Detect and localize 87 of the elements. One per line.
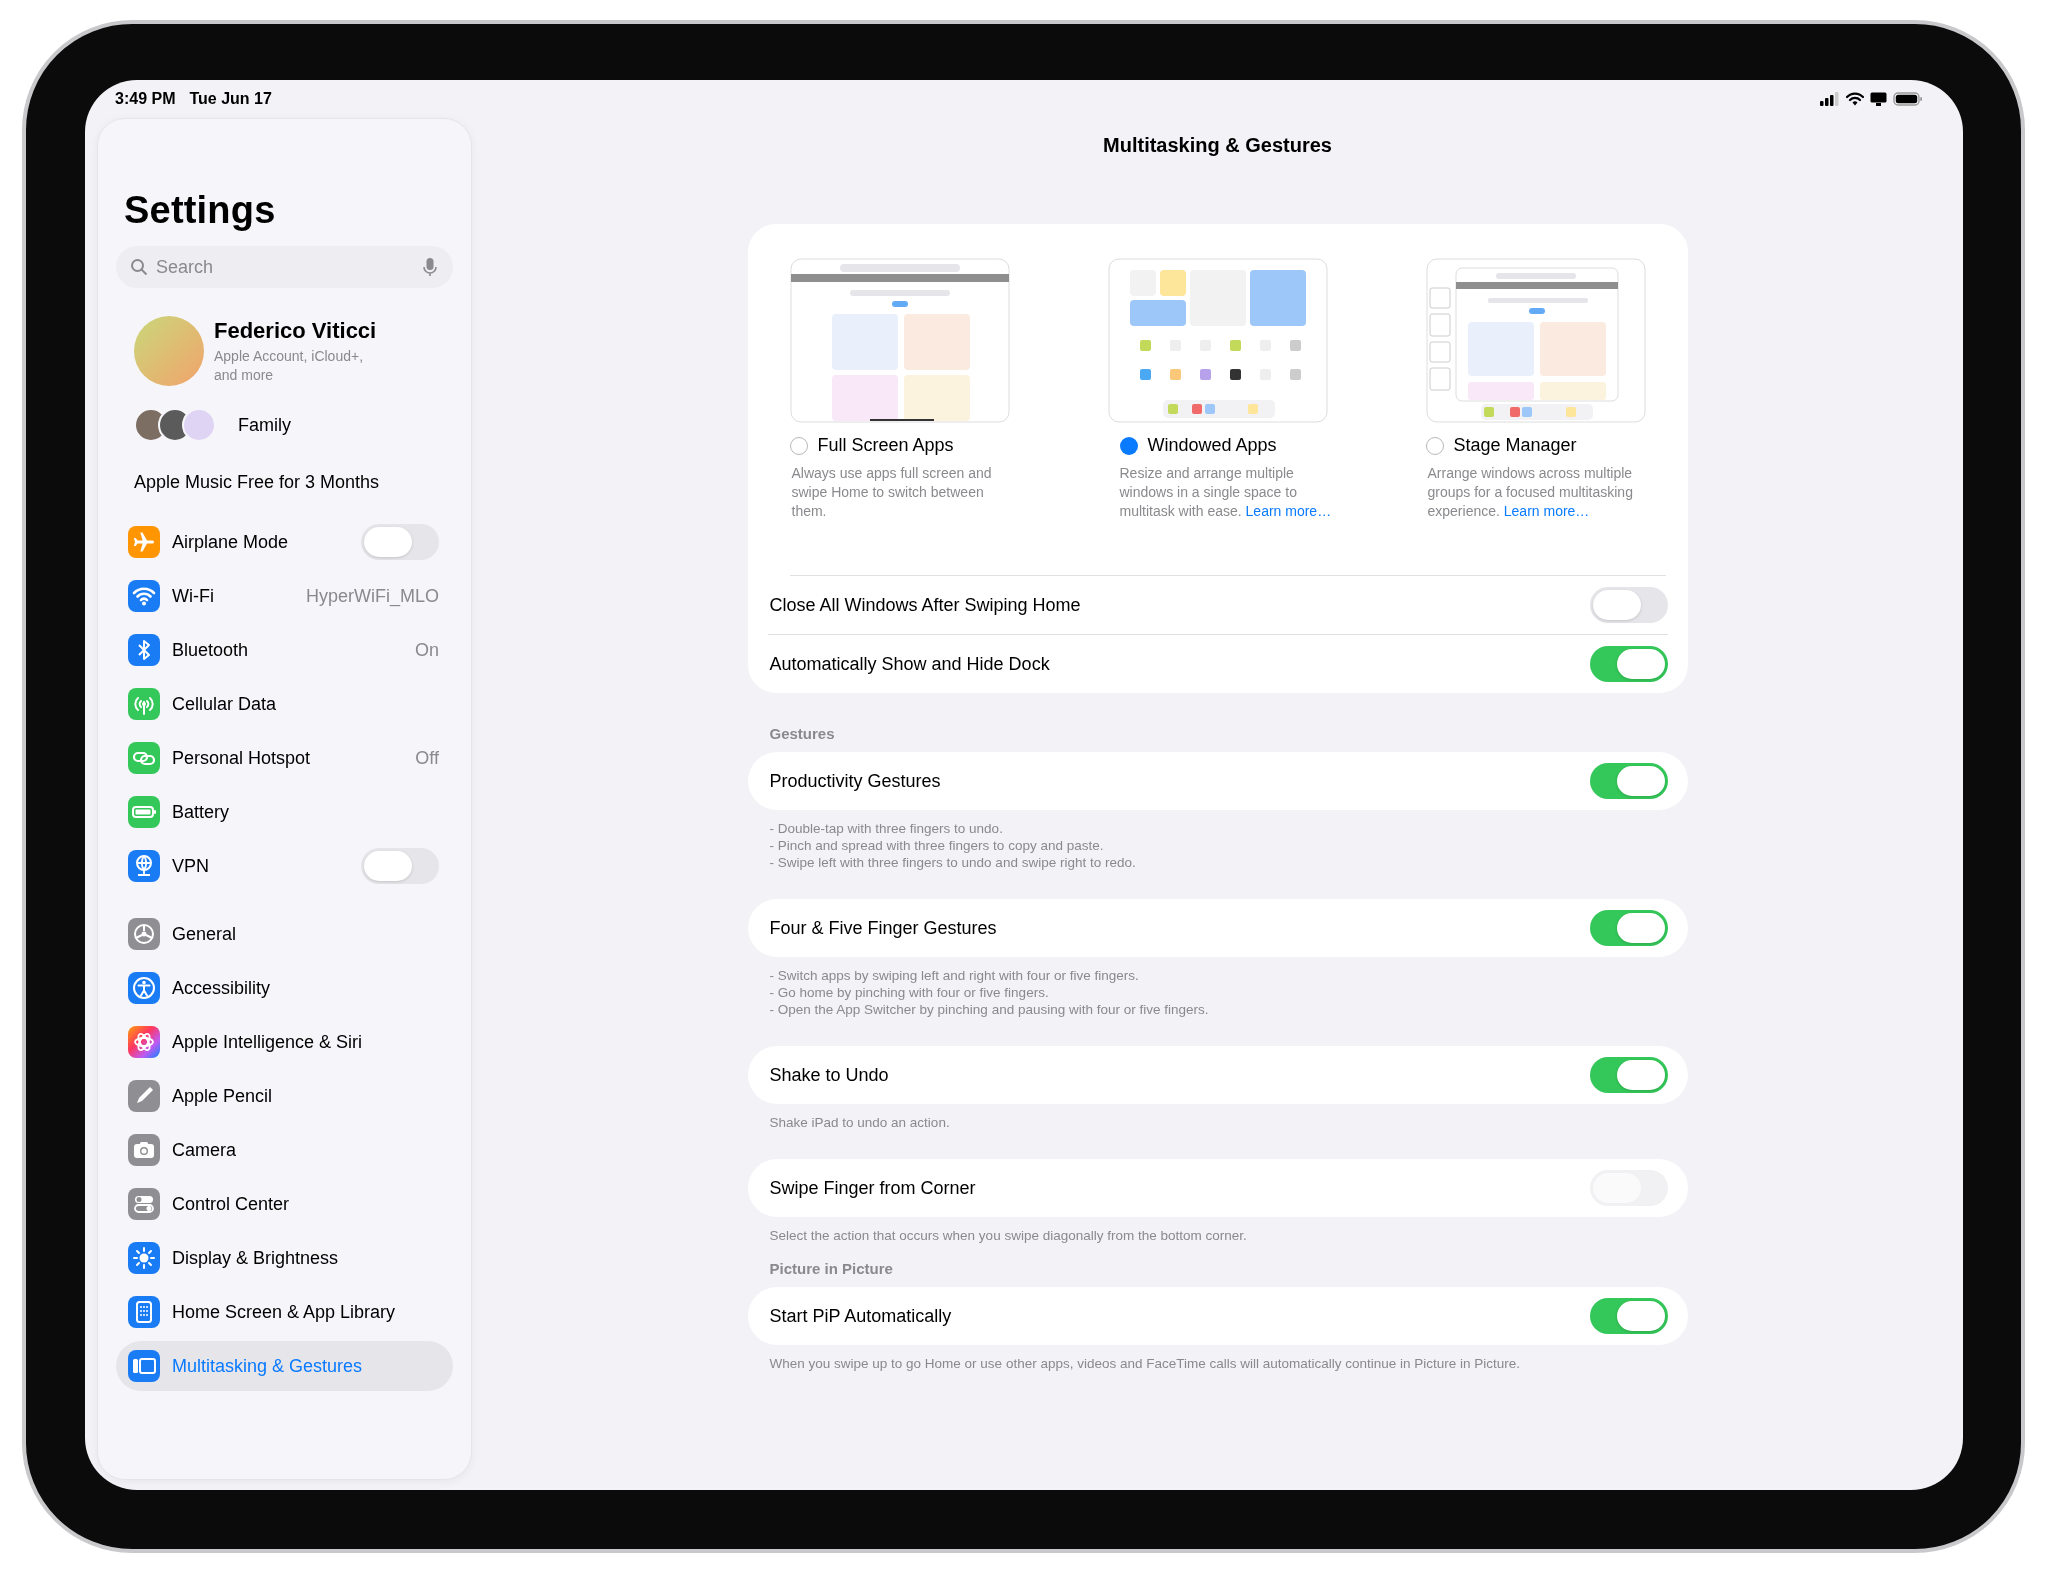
toggle-switch[interactable] (1589, 1057, 1668, 1093)
setting-label: Productivity Gestures (769, 770, 941, 792)
sidebar-item[interactable]: Apple Pencil (116, 1071, 453, 1121)
wifi-icon (128, 580, 160, 612)
option-description: Always use apps full screen and swipe Home to switch between them. (791, 464, 993, 521)
signal-icon (1820, 92, 1840, 106)
sidebar-item[interactable]: Camera (116, 1125, 453, 1175)
section-header: Gestures (769, 725, 836, 742)
toggle-switch[interactable] (1589, 910, 1668, 946)
camera-icon (128, 1134, 160, 1166)
antenna-icon (128, 688, 160, 720)
item-value: On (415, 639, 439, 661)
item-value: HyperWiFi_MLO (306, 585, 439, 607)
battery-icon (128, 796, 160, 828)
sidebar-item[interactable]: Wi-Fi HyperWiFi_MLO (116, 571, 453, 621)
status-time: 3:49 PM (115, 90, 176, 108)
setting-label: Four & Five Finger Gestures (769, 917, 997, 939)
wifi-icon (1846, 92, 1864, 106)
footer-note: - Switch apps by swiping left and right with four or five fingers. (769, 967, 1140, 984)
display-icon (1870, 91, 1887, 107)
setting-label: Swipe Finger from Corner (769, 1177, 976, 1199)
page-title: Multitasking & Gestures (1103, 134, 1332, 157)
search-icon (130, 258, 148, 276)
setting-label: Shake to Undo (769, 1064, 889, 1086)
full-screen-preview-drawing[interactable] (789, 258, 1010, 423)
promo-link[interactable]: Apple Music Free for 3 Months (134, 472, 453, 493)
option-description: Arrange windows across multiple groups for a focused multitasking experience. Learn more… (1427, 464, 1634, 521)
toggle-switch[interactable] (1589, 763, 1668, 799)
sidebar-item[interactable]: Home Screen & App Library (116, 1287, 453, 1337)
sidebar-item[interactable]: Cellular Data (116, 679, 453, 729)
footer-note: Shake iPad to undo an action. (769, 1114, 951, 1131)
sidebar-item[interactable]: Control Center (116, 1179, 453, 1229)
setting-label: Close All Windows After Swiping Home (769, 594, 1081, 616)
setting-label: Start PiP Automatically (769, 1305, 952, 1327)
account-name: Federico Viticci (214, 318, 378, 345)
radio-option[interactable]: Windowed Apps (1119, 435, 1338, 456)
toggle-switch[interactable] (1589, 587, 1668, 623)
sparkle-ring-icon (128, 1026, 160, 1058)
sidebar-item[interactable]: VPN (116, 841, 453, 891)
sidebar-item[interactable]: General (116, 909, 453, 959)
accessibility-icon (128, 972, 160, 1004)
chain-link-icon (128, 742, 160, 774)
footer-note: - Double-tap with three fingers to undo. (769, 820, 1004, 837)
sidebar-item[interactable]: Apple Intelligence & Siri (116, 1017, 453, 1067)
footer-note: - Pinch and spread with three fingers to copy and paste. (769, 837, 1105, 854)
sidebar-title: Settings (124, 189, 277, 232)
footer-note: - Swipe left with three fingers to undo and swipe right to redo. (769, 854, 1137, 871)
battery-icon (1893, 92, 1923, 106)
sidebar-item[interactable]: Airplane Mode (116, 517, 453, 567)
toggle-switch[interactable] (1589, 646, 1668, 682)
home-grid-icon (128, 1296, 160, 1328)
stage-manager-preview-drawing[interactable] (1425, 258, 1646, 423)
toggle-switch[interactable] (361, 524, 439, 560)
pencil-icon (128, 1080, 160, 1112)
microphone-icon[interactable] (423, 257, 437, 277)
learn-more-link[interactable]: Learn more… (1245, 503, 1332, 519)
footer-note: - Open the App Switcher by pinching and pausing with four or five fingers. (769, 1001, 1210, 1018)
family-link[interactable]: Family (238, 414, 291, 436)
footer-note: - Go home by pinching with four or five fingers. (769, 984, 1050, 1001)
learn-more-link[interactable]: Learn more… (1503, 503, 1590, 519)
option-description: Resize and arrange multiple windows in a single space to multitask with ease. Learn more… (1119, 464, 1333, 521)
sidebar-item[interactable]: Battery (116, 787, 453, 837)
status-date: Tue Jun 17 (189, 90, 272, 108)
radio-button[interactable] (1119, 436, 1138, 455)
footer-note: Select the action that occurs when you swipe diagonally from the bottom corner. (769, 1227, 1248, 1244)
toggle-switch[interactable] (361, 848, 439, 884)
sidebar-item[interactable]: Personal Hotspot Off (116, 733, 453, 783)
globe-icon (128, 850, 160, 882)
switches-icon (128, 1188, 160, 1220)
radio-option[interactable]: Stage Manager (1425, 435, 1656, 456)
sun-icon (128, 1242, 160, 1274)
sidebar-item[interactable]: Bluetooth On (116, 625, 453, 675)
account-subtitle: Apple Account, iCloud+, and more (214, 347, 365, 384)
setting-label: Automatically Show and Hide Dock (769, 653, 1050, 675)
sidebar-item[interactable]: Display & Brightness (116, 1233, 453, 1283)
search-field[interactable]: Search (116, 246, 453, 288)
footer-note: When you swipe up to go Home or use other apps, videos and FaceTime calls will automatically continue in Picture in Picture. (769, 1355, 1522, 1372)
radio-option[interactable]: Full Screen Apps (789, 435, 1020, 456)
windowed-preview-drawing[interactable] (1107, 258, 1328, 423)
bluetooth-icon (128, 634, 160, 666)
section-header: Picture in Picture (769, 1260, 894, 1277)
account-row[interactable]: Federico Viticci Apple Account, iCloud+, and more (134, 316, 453, 386)
toggle-switch[interactable] (1589, 1298, 1668, 1334)
windows-icon (128, 1350, 160, 1382)
item-value: Off (415, 747, 439, 769)
airplane-icon (128, 526, 160, 558)
sidebar-item[interactable]: Accessibility (116, 963, 453, 1013)
